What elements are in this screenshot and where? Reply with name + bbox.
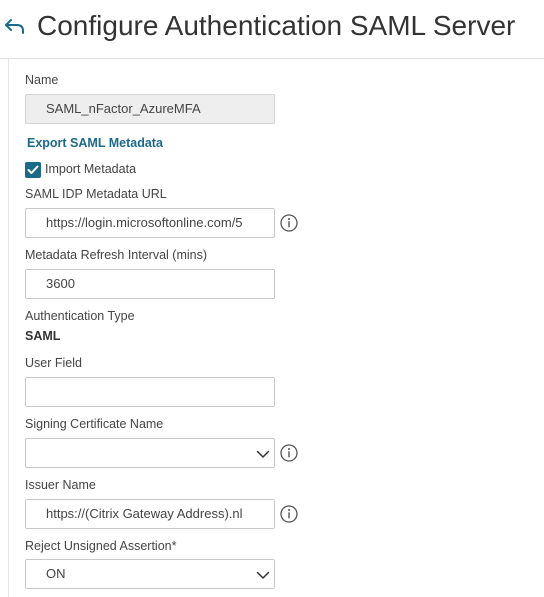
reject-unsigned-select[interactable]: ON: [25, 559, 275, 589]
refresh-interval-input[interactable]: 3600: [25, 269, 275, 299]
auth-type-value: SAML: [25, 329, 61, 343]
signing-cert-select[interactable]: [25, 438, 275, 468]
name-label: Name: [25, 73, 59, 87]
idp-metadata-url-input[interactable]: https://login.microsoftonline.com/5: [25, 208, 275, 238]
import-metadata-checkbox[interactable]: [25, 162, 41, 178]
user-field-input[interactable]: [25, 377, 275, 407]
auth-type-label: Authentication Type: [25, 309, 135, 323]
issuer-name-input[interactable]: https://(Citrix Gateway Address).nl: [25, 499, 275, 529]
export-saml-metadata-link[interactable]: Export SAML Metadata: [27, 136, 163, 150]
chevron-down-icon: [256, 571, 270, 579]
page-title: Configure Authentication SAML Server: [37, 10, 516, 41]
checkmark-icon: [27, 165, 39, 174]
issuer-name-label: Issuer Name: [25, 478, 96, 492]
import-metadata-label: Import Metadata: [45, 162, 137, 176]
reject-unsigned-value: ON: [46, 566, 66, 581]
chevron-down-icon: [256, 450, 270, 458]
info-icon[interactable]: [280, 214, 298, 232]
signing-cert-label: Signing Certificate Name: [25, 417, 164, 431]
page-header: Configure Authentication SAML Server: [0, 0, 544, 56]
header-divider: [0, 58, 544, 59]
idp-metadata-url-label: SAML IDP Metadata URL: [25, 187, 167, 201]
back-arrow-icon[interactable]: [3, 14, 27, 38]
info-icon[interactable]: [280, 444, 298, 462]
reject-unsigned-label: Reject Unsigned Assertion*: [25, 539, 177, 553]
name-field: SAML_nFactor_AzureMFA: [25, 94, 275, 124]
form-left-border: [8, 58, 9, 597]
user-field-label: User Field: [25, 356, 82, 370]
saml-server-config-page: Configure Authentication SAML Server Nam…: [0, 0, 544, 597]
refresh-interval-label: Metadata Refresh Interval (mins): [25, 248, 208, 262]
info-icon[interactable]: [280, 505, 298, 523]
